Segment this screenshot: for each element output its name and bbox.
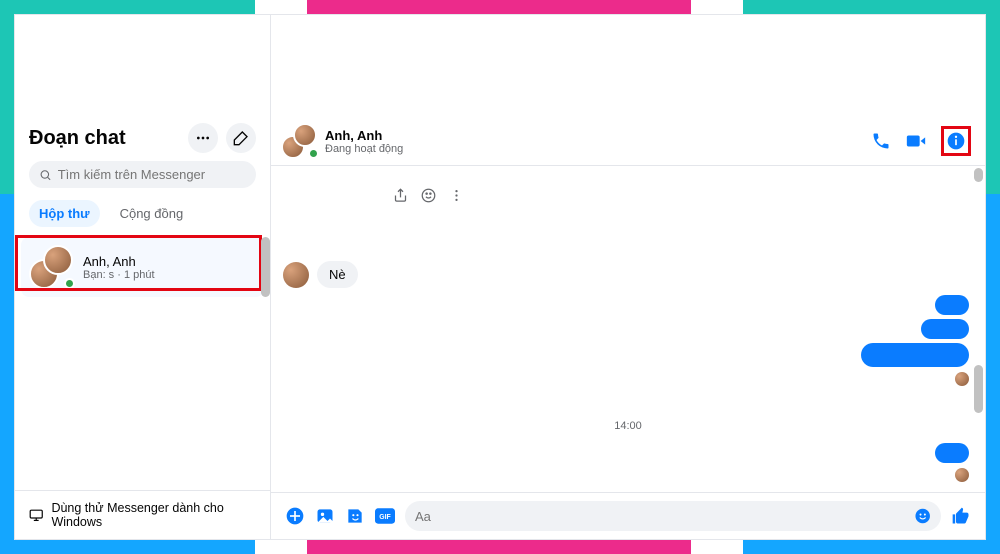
online-dot-icon xyxy=(64,278,75,289)
messenger-app: Đoạn chat Hộp thư Cộng đồng xyxy=(14,14,986,540)
tutorial-highlight-info xyxy=(941,126,971,156)
info-icon[interactable] xyxy=(946,131,966,151)
sidebar-footer[interactable]: Dùng thử Messenger dành cho Windows xyxy=(15,490,270,539)
tab-community[interactable]: Cộng đồng xyxy=(110,200,194,227)
message-more-button[interactable] xyxy=(447,186,465,204)
incoming-message-row: Nè xyxy=(283,261,358,288)
outgoing-message-bubble xyxy=(935,295,969,315)
desktop-icon xyxy=(29,507,43,523)
timestamp: 14:00 xyxy=(271,420,985,432)
gif-icon: GIF xyxy=(375,506,395,526)
frame-border-right xyxy=(986,0,1000,554)
chat-item-title: Anh, Anh xyxy=(83,254,155,269)
list-item[interactable]: Anh, Anh Bạn: s · 1 phút xyxy=(21,237,264,297)
sidebar-tabs: Hộp thư Cộng đồng xyxy=(15,196,270,235)
tab-inbox[interactable]: Hộp thư xyxy=(29,200,100,227)
phone-icon[interactable] xyxy=(871,131,891,151)
outgoing-message-bubble xyxy=(921,319,969,339)
menu-dots-icon xyxy=(449,188,464,203)
conversation-pane: Anh, Anh Đang hoạt động xyxy=(271,15,985,539)
conversation-subtitle: Đang hoạt động xyxy=(325,143,403,155)
sidebar-footer-label: Dùng thử Messenger dành cho Windows xyxy=(51,501,256,529)
share-icon xyxy=(393,188,408,203)
sticker-icon xyxy=(345,506,365,526)
sidebar-header: Đoạn chat xyxy=(15,123,270,161)
smile-icon xyxy=(421,188,436,203)
frame-border-left xyxy=(0,0,14,554)
scrollbar[interactable] xyxy=(261,237,270,297)
online-dot-icon xyxy=(308,148,319,159)
frame-border-bottom xyxy=(0,540,1000,554)
sidebar: Đoạn chat Hộp thư Cộng đồng xyxy=(15,15,271,539)
seen-indicator xyxy=(955,468,969,482)
avatar xyxy=(281,123,317,159)
composer-input[interactable] xyxy=(415,509,914,524)
incoming-message-bubble: Nè xyxy=(317,261,358,288)
conversation-title: Anh, Anh xyxy=(325,128,403,143)
composer-input-wrap[interactable] xyxy=(405,501,941,531)
search-input-wrap[interactable] xyxy=(29,161,256,188)
avatar xyxy=(283,262,309,288)
composer-image-button[interactable] xyxy=(315,506,335,526)
composer: GIF xyxy=(271,492,985,539)
image-icon xyxy=(315,506,335,526)
more-button[interactable] xyxy=(188,123,218,153)
compose-button[interactable] xyxy=(226,123,256,153)
react-button[interactable] xyxy=(419,186,437,204)
svg-text:GIF: GIF xyxy=(379,514,391,521)
plus-icon xyxy=(285,506,305,526)
share-button[interactable] xyxy=(391,186,409,204)
more-icon xyxy=(195,130,211,146)
main-blank-top xyxy=(271,15,985,123)
composer-gif-button[interactable]: GIF xyxy=(375,506,395,526)
composer-plus-button[interactable] xyxy=(285,506,305,526)
chat-list: Anh, Anh Bạn: s · 1 phút xyxy=(15,235,270,490)
sidebar-title: Đoạn chat xyxy=(29,127,126,150)
chat-item-preview: Bạn: s · 1 phút xyxy=(83,269,155,281)
outgoing-message-bubble xyxy=(935,443,969,463)
conversation-header: Anh, Anh Đang hoạt động xyxy=(271,123,985,166)
search-icon xyxy=(39,168,52,182)
videocam-icon[interactable] xyxy=(905,130,927,152)
smile-icon[interactable] xyxy=(914,507,931,525)
scrollbar[interactable] xyxy=(974,365,983,413)
composer-sticker-button[interactable] xyxy=(345,506,365,526)
message-hover-toolbar xyxy=(391,186,465,204)
seen-indicator xyxy=(955,372,969,386)
sidebar-blank-top xyxy=(15,15,270,123)
scrollbar[interactable] xyxy=(974,168,983,182)
composer-like-button[interactable] xyxy=(951,506,971,526)
compose-icon xyxy=(233,130,249,146)
search-input[interactable] xyxy=(58,167,246,182)
avatar xyxy=(29,245,73,289)
conversation-body: Nè 14:00 xyxy=(271,166,985,492)
outgoing-message-bubble xyxy=(861,343,969,367)
thumbsup-icon xyxy=(951,506,971,526)
frame-border-top xyxy=(0,0,1000,14)
